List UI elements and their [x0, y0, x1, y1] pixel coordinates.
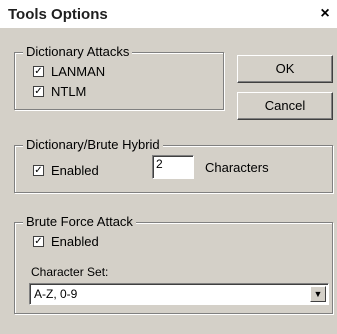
hybrid-enabled-checkbox[interactable]: ✓: [33, 165, 44, 176]
chevron-down-icon[interactable]: ▼: [310, 286, 326, 302]
character-set-label: Character Set:: [31, 265, 109, 279]
brute-force-group: Brute Force Attack ✓ Enabled Character S…: [14, 214, 333, 314]
characters-label: Characters: [205, 160, 269, 175]
ntlm-checkbox-row[interactable]: ✓ NTLM: [33, 84, 86, 99]
ok-button[interactable]: OK: [237, 55, 333, 83]
lanman-checkbox-row[interactable]: ✓ LANMAN: [33, 64, 105, 79]
brute-force-enabled-checkbox[interactable]: ✓: [33, 236, 44, 247]
brute-force-enabled-row[interactable]: ✓ Enabled: [33, 234, 99, 249]
close-icon[interactable]: ×: [316, 5, 334, 23]
hybrid-group: Dictionary/Brute Hybrid ✓ Enabled 2 Char…: [14, 137, 333, 193]
hybrid-enabled-label: Enabled: [51, 163, 99, 178]
lanman-checkbox[interactable]: ✓: [33, 66, 44, 77]
brute-force-legend: Brute Force Attack: [23, 214, 136, 229]
character-set-value: A-Z, 0-9: [34, 287, 78, 301]
dictionary-attacks-legend: Dictionary Attacks: [23, 44, 133, 59]
characters-input[interactable]: 2: [152, 155, 194, 179]
hybrid-enabled-row[interactable]: ✓ Enabled: [33, 163, 99, 178]
dictionary-attacks-group: Dictionary Attacks ✓ LANMAN ✓ NTLM: [14, 44, 224, 110]
tools-options-dialog: Tools Options × Dictionary Attacks ✓ LAN…: [0, 0, 337, 334]
brute-force-enabled-label: Enabled: [51, 234, 99, 249]
title-bar: Tools Options ×: [0, 0, 337, 28]
hybrid-legend: Dictionary/Brute Hybrid: [23, 137, 163, 152]
cancel-button[interactable]: Cancel: [237, 92, 333, 120]
ntlm-checkbox[interactable]: ✓: [33, 86, 44, 97]
lanman-label: LANMAN: [51, 64, 106, 79]
ntlm-label: NTLM: [51, 84, 87, 99]
dialog-title: Tools Options: [8, 6, 108, 23]
character-set-select[interactable]: A-Z, 0-9 ▼: [29, 283, 329, 305]
